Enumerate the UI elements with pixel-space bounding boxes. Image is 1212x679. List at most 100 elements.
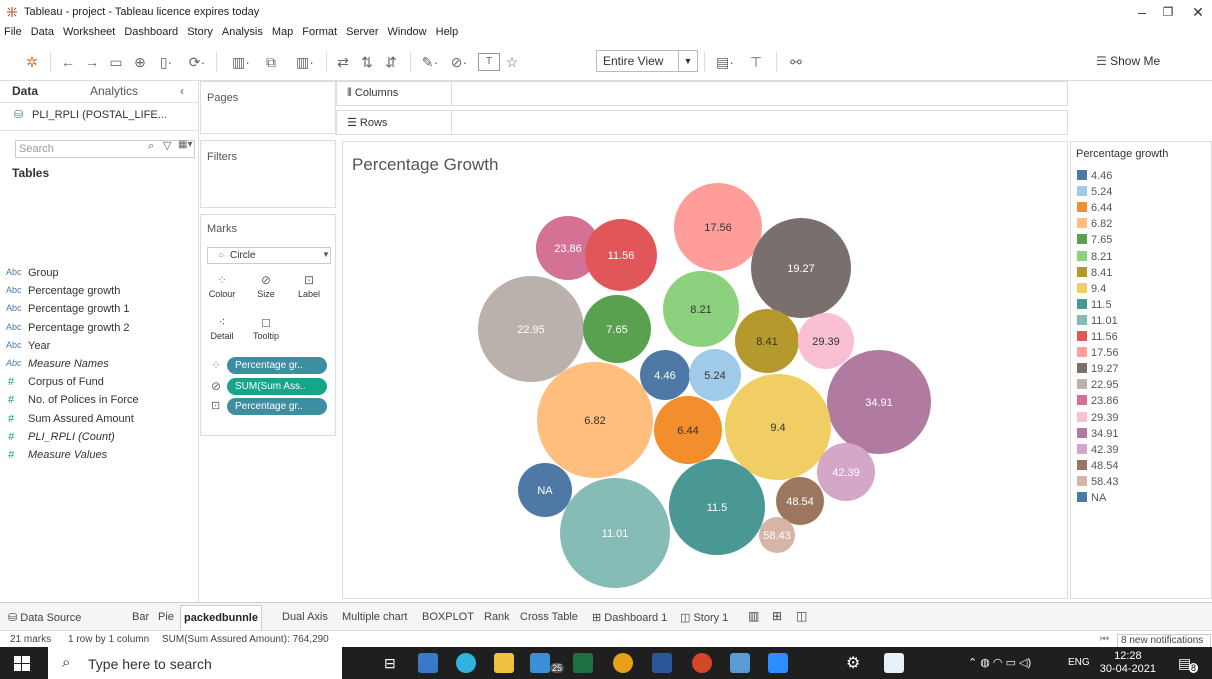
legend-label: 17.56 xyxy=(1091,347,1119,360)
legend-swatch xyxy=(1077,492,1087,502)
legend-swatch xyxy=(1077,395,1087,406)
status-sum: SUM(Sum Assured Amount): 764,290 xyxy=(162,634,329,645)
tab-data-source[interactable]: ⛁ Data Source xyxy=(8,611,81,624)
legend-swatch xyxy=(1077,459,1087,470)
clock-time: 12:28 xyxy=(1114,650,1142,662)
legend-item[interactable]: 58.43 xyxy=(1077,475,1119,489)
story-icon: ◫ xyxy=(680,612,694,624)
windows-taskbar: ⌕ Type here to search ⊟ 25 ⚙ ⌃ ◍ ◠ ▭ ◁) … xyxy=(0,647,1212,679)
legend-label: 11.56 xyxy=(1091,331,1118,343)
taskbar-search-input[interactable]: ⌕ Type here to search xyxy=(48,647,342,679)
clock-date: 30-04-2021 xyxy=(1099,663,1156,675)
legend-item[interactable]: 8.21 xyxy=(1077,250,1113,264)
bubble-label: 22.95 xyxy=(517,324,545,336)
legend-item[interactable]: 23.86 xyxy=(1077,395,1119,408)
new-story-tab-icon[interactable]: ◫ xyxy=(796,609,807,623)
powerpoint-icon[interactable] xyxy=(692,653,712,673)
bubble-label: 8.41 xyxy=(756,336,777,348)
excel-icon[interactable] xyxy=(573,653,593,673)
legend-label: 11.5 xyxy=(1091,298,1112,311)
bubble-label: 23.86 xyxy=(554,243,582,255)
tab-boxplot[interactable]: BOXPLOT xyxy=(422,611,474,623)
store-icon[interactable] xyxy=(418,653,438,673)
tab-story-1[interactable]: ◫ Story 1 xyxy=(680,611,728,624)
notifications-button[interactable]: 8 new notifications xyxy=(1117,634,1211,648)
tab-cross-table[interactable]: Cross Table xyxy=(520,611,578,623)
legend-item[interactable]: 6.44 xyxy=(1077,202,1112,215)
legend-label: 4.46 xyxy=(1091,170,1113,182)
legend-item[interactable]: 9.4 xyxy=(1077,282,1106,296)
dashboard-icon: ⊞ xyxy=(592,612,605,624)
bubble-label: 17.56 xyxy=(704,222,732,234)
legend-label: 7.65 xyxy=(1091,234,1113,247)
legend-swatch xyxy=(1077,363,1087,374)
legend-swatch xyxy=(1077,347,1087,358)
legend-swatch xyxy=(1077,314,1087,325)
legend-label: 6.82 xyxy=(1091,218,1113,231)
legend-label: 19.27 xyxy=(1091,363,1119,376)
chrome-icon[interactable] xyxy=(613,653,633,673)
tab-dashboard-1[interactable]: ⊞ Dashboard 1 xyxy=(592,611,667,624)
legend-item[interactable]: 17.56 xyxy=(1077,347,1119,360)
legend-item[interactable]: 5.24 xyxy=(1077,186,1112,199)
bubble-label: 42.39 xyxy=(832,467,860,479)
nav-first-icon[interactable]: ⏮ xyxy=(1100,634,1109,645)
legend-item[interactable]: NA xyxy=(1077,492,1106,505)
legend-item[interactable]: 11.5 xyxy=(1077,298,1112,312)
clock[interactable]: 12:28 30-04-2021 xyxy=(1100,650,1156,676)
legend-swatch xyxy=(1077,443,1087,454)
legend-item[interactable]: 11.01 xyxy=(1077,314,1118,328)
new-dashboard-tab-icon[interactable]: ⊞ xyxy=(772,609,782,623)
mail-icon[interactable] xyxy=(530,653,550,673)
word-icon[interactable] xyxy=(652,653,672,673)
bubble-label: 58.43 xyxy=(763,530,791,542)
legend-item[interactable]: 4.46 xyxy=(1077,170,1112,183)
legend-item[interactable]: 7.65 xyxy=(1077,234,1112,247)
legend-label: 34.91 xyxy=(1091,427,1119,440)
legend-item[interactable]: 48.54 xyxy=(1077,459,1119,473)
bubble-label: 11.01 xyxy=(602,528,629,540)
language-indicator[interactable]: ENG xyxy=(1068,657,1090,668)
file-explorer-icon[interactable] xyxy=(494,653,514,673)
legend-label: 11.01 xyxy=(1091,314,1118,327)
tab-dual-axis[interactable]: Dual Axis xyxy=(282,611,328,623)
zoom-icon[interactable] xyxy=(768,653,788,673)
tab-pie[interactable]: Pie xyxy=(158,611,174,623)
legend-label: 23.86 xyxy=(1091,395,1119,408)
taskbar-search-placeholder: Type here to search xyxy=(88,656,212,672)
legend-label: 5.24 xyxy=(1091,186,1113,199)
legend-swatch xyxy=(1077,411,1087,422)
legend-item[interactable]: 29.39 xyxy=(1077,411,1119,425)
legend-item[interactable]: 11.56 xyxy=(1077,331,1118,344)
legend-swatch xyxy=(1077,186,1087,197)
legend-label: 8.21 xyxy=(1091,250,1113,263)
new-worksheet-tab-icon[interactable]: ▥ xyxy=(748,609,759,623)
legend-item[interactable]: 22.95 xyxy=(1077,379,1119,392)
tableau-taskbar-icon[interactable] xyxy=(884,653,904,673)
search-icon: ⌕ xyxy=(62,654,71,671)
legend-swatch xyxy=(1077,282,1087,293)
tab-multiple-chart[interactable]: Multiple chart xyxy=(342,611,407,623)
legend-item[interactable]: 19.27 xyxy=(1077,363,1119,376)
windows-start-icon[interactable] xyxy=(14,656,30,671)
notes-app-icon[interactable] xyxy=(730,653,750,673)
edge-icon[interactable] xyxy=(456,653,476,673)
legend-item[interactable]: 6.82 xyxy=(1077,218,1112,231)
legend-label: 29.39 xyxy=(1091,411,1119,424)
legend-item[interactable]: 8.41 xyxy=(1077,266,1112,280)
notification-count-badge: 8 xyxy=(1189,663,1199,673)
legend-swatch xyxy=(1077,218,1087,229)
legend-swatch xyxy=(1077,202,1087,213)
tab-rank[interactable]: Rank xyxy=(484,611,510,623)
bubble-label: 34.91 xyxy=(865,397,893,409)
task-view-icon[interactable]: ⊟ xyxy=(384,655,396,672)
bubble-label: 29.39 xyxy=(812,336,840,348)
tab-packedbunnle[interactable]: packedbunnle xyxy=(180,605,262,630)
bubble-label: 9.4 xyxy=(770,422,785,434)
bubble-chart: 23.86 11.56 17.56 19.27 22.95 7.65 8.21 8.41 29.… xyxy=(478,183,931,588)
settings-gear-icon[interactable]: ⚙ xyxy=(846,653,860,673)
legend-item[interactable]: 34.91 xyxy=(1077,427,1119,441)
legend-item[interactable]: 42.39 xyxy=(1077,443,1119,457)
tab-bar[interactable]: Bar xyxy=(132,611,149,623)
tray-icons[interactable]: ⌃ ◍ ◠ ▭ ◁) xyxy=(968,656,1031,669)
